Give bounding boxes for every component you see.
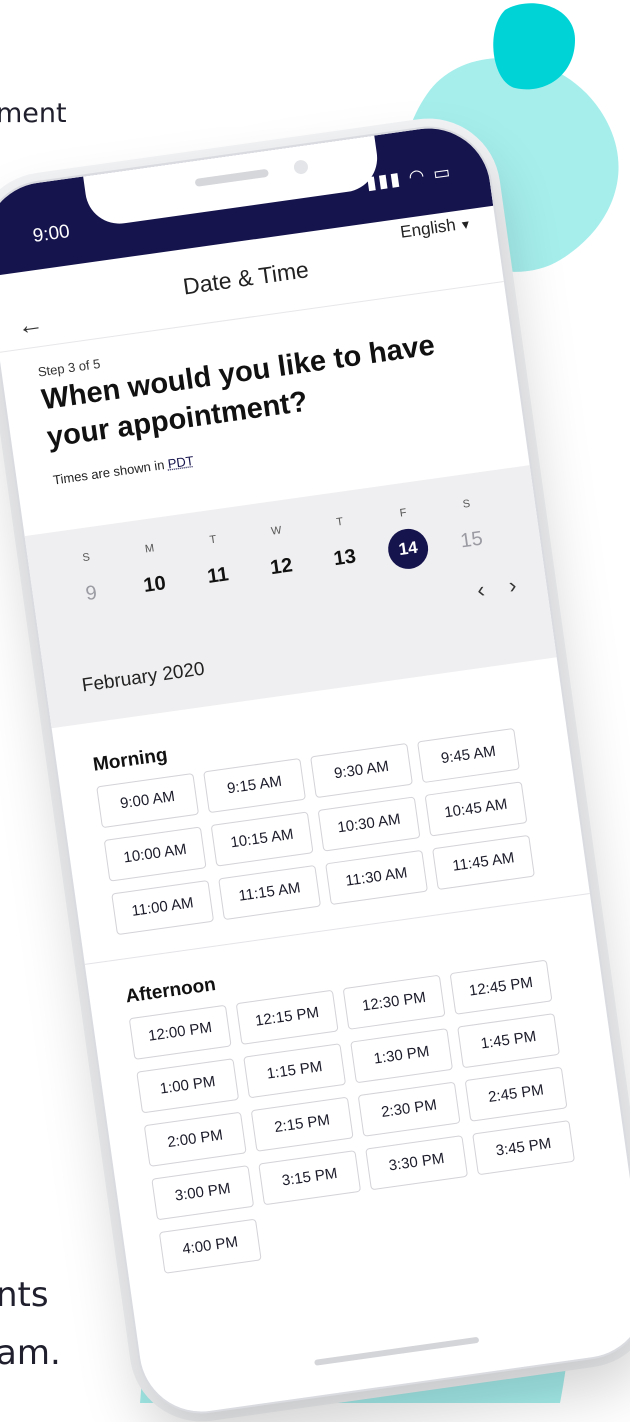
time-slot-button[interactable]: 2:15 PM bbox=[250, 1096, 354, 1152]
time-slot-button[interactable]: 9:15 AM bbox=[203, 757, 307, 814]
day-of-week: T bbox=[335, 515, 344, 529]
time-slot-button[interactable]: 3:30 PM bbox=[365, 1135, 469, 1191]
page-text-fragment-bottom-2: am. bbox=[0, 1333, 61, 1373]
day-number: 10 bbox=[142, 572, 168, 597]
signal-wifi-battery-icon: ▮▮▮ ◠ ▭ bbox=[364, 161, 454, 194]
week-calendar: S9 M 10 T 11 W 12 T 13 F 14 S 15 ‹ › February … bbox=[24, 465, 557, 729]
time-slot-button[interactable]: 9:00 AM bbox=[96, 772, 200, 829]
time-slot-button[interactable]: 9:30 AM bbox=[310, 742, 413, 799]
chevron-left-icon[interactable]: ‹ bbox=[475, 577, 486, 604]
time-slot-button[interactable]: 1:15 PM bbox=[243, 1043, 347, 1099]
day-of-week: T bbox=[208, 533, 218, 547]
day-fri-14-selected[interactable]: F 14 bbox=[375, 503, 439, 572]
day-sat-15[interactable]: S 15 bbox=[438, 494, 502, 563]
afternoon-heading: Afternoon bbox=[124, 974, 218, 1008]
day-number: 11 bbox=[205, 563, 231, 588]
day-number: 15 bbox=[458, 527, 485, 553]
time-slot-button[interactable]: 10:45 AM bbox=[424, 781, 528, 837]
time-slot-button[interactable]: 2:45 PM bbox=[464, 1066, 568, 1122]
speaker-icon bbox=[194, 168, 269, 187]
time-slot-button[interactable]: 2:00 PM bbox=[143, 1111, 247, 1167]
day-of-week: W bbox=[270, 524, 283, 538]
time-slot-button[interactable]: 10:30 AM bbox=[317, 796, 421, 852]
timezone-link[interactable]: PDT bbox=[167, 453, 195, 471]
day-of-week: F bbox=[398, 506, 408, 520]
timezone-prefix: Times are shown in bbox=[52, 456, 169, 488]
time-slot-button[interactable]: 12:00 PM bbox=[128, 1004, 232, 1060]
day-mon-10[interactable]: M 10 bbox=[121, 539, 185, 608]
day-number: 9 bbox=[84, 581, 99, 606]
day-of-week: S bbox=[462, 497, 471, 511]
time-slot-button[interactable]: 10:00 AM bbox=[103, 826, 207, 882]
day-number: 14 bbox=[385, 526, 431, 572]
day-number: 12 bbox=[268, 554, 294, 580]
day-wed-12[interactable]: W 12 bbox=[248, 521, 312, 590]
page-text-fragment-top: ment bbox=[0, 98, 67, 129]
time-slot-button[interactable]: 12:30 PM bbox=[342, 974, 446, 1030]
time-slot-button[interactable]: 10:15 AM bbox=[210, 811, 314, 867]
time-slot-button[interactable]: 1:45 PM bbox=[457, 1013, 561, 1069]
status-time: 9:00 bbox=[31, 221, 72, 247]
time-slot-button[interactable]: 11:00 AM bbox=[111, 879, 215, 936]
page-text-fragment-bottom-1: nts bbox=[0, 1275, 49, 1315]
day-of-week: M bbox=[144, 542, 155, 556]
chevron-right-icon[interactable]: › bbox=[507, 572, 518, 599]
time-slot-button[interactable]: 2:30 PM bbox=[357, 1081, 461, 1137]
day-tue-11[interactable]: T 11 bbox=[184, 530, 248, 599]
time-slot-button[interactable]: 3:00 PM bbox=[151, 1165, 255, 1221]
time-slot-button[interactable]: 4:00 PM bbox=[158, 1218, 262, 1274]
time-slot-button[interactable]: 12:15 PM bbox=[235, 989, 339, 1045]
time-slot-button[interactable]: 1:30 PM bbox=[350, 1028, 454, 1084]
day-number: 13 bbox=[332, 545, 358, 571]
caret-down-icon: ▼ bbox=[458, 216, 473, 233]
home-indicator bbox=[314, 1336, 480, 1366]
time-slot-button[interactable]: 11:30 AM bbox=[325, 849, 429, 906]
morning-heading: Morning bbox=[91, 744, 169, 776]
time-slot-button[interactable]: 3:45 PM bbox=[472, 1120, 576, 1176]
time-slot-button[interactable]: 11:45 AM bbox=[432, 834, 535, 891]
day-sun-9[interactable]: S9 bbox=[58, 548, 122, 617]
time-slot-button[interactable]: 12:45 PM bbox=[449, 959, 553, 1015]
time-slot-button[interactable]: 9:45 AM bbox=[417, 727, 520, 784]
afternoon-slot-grid: 12:00 PM 12:15 PM 12:30 PM 12:45 PM 1:00… bbox=[128, 959, 583, 1274]
time-slot-button[interactable]: 3:15 PM bbox=[258, 1150, 362, 1206]
camera-icon bbox=[293, 159, 309, 175]
day-of-week: S bbox=[81, 551, 91, 565]
month-label: February 2020 bbox=[80, 658, 206, 697]
time-slot-button[interactable]: 1:00 PM bbox=[136, 1058, 240, 1114]
time-slot-button[interactable]: 11:15 AM bbox=[218, 864, 322, 921]
day-thu-13[interactable]: T 13 bbox=[311, 512, 375, 581]
